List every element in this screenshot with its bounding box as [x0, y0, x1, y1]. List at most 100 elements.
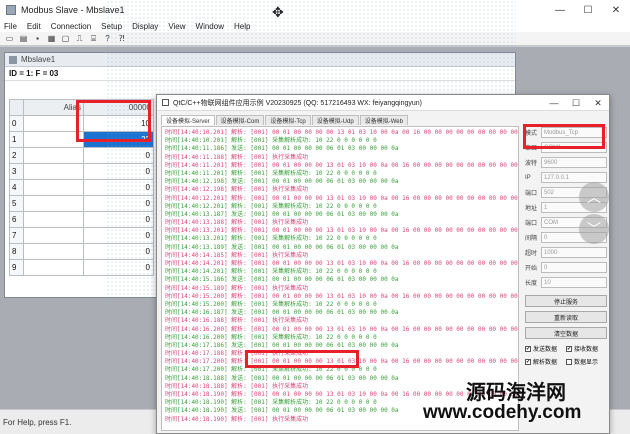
log-line: 时间[14:40:15.189] 解析: [001] 执行采集成功: [165, 284, 309, 292]
menu-display[interactable]: Display: [132, 22, 158, 31]
log-line: 时间[14:40:16.188] 解析: [001] 执行采集成功: [165, 317, 309, 325]
row-index: 0: [9, 115, 24, 132]
value-cell[interactable]: 0: [83, 147, 154, 164]
tab-tcp[interactable]: 设备模拟-Tcp: [265, 115, 311, 125]
checkbox-icon: ✔: [525, 345, 531, 352]
alias-cell[interactable]: [23, 147, 84, 164]
table-row[interactable]: 90: [9, 259, 154, 276]
table-row[interactable]: 30: [9, 163, 154, 180]
menu-connection[interactable]: Connection: [51, 22, 91, 31]
log-line: 时间[14:40:12.201] 解析: [001] 采集解析成功: 10 22…: [165, 202, 377, 210]
form-row: 波特 9600: [525, 156, 607, 169]
value-cell[interactable]: 0: [83, 195, 154, 212]
form-row: 超时 1000: [525, 246, 607, 259]
form-field[interactable]: 0: [541, 262, 607, 273]
scroll-up-icon[interactable]: ︿: [579, 182, 609, 212]
save-icon[interactable]: ▪: [32, 34, 43, 44]
tab-web[interactable]: 设备模拟-Web: [359, 115, 408, 125]
checkbox-icon: [566, 358, 572, 365]
alias-cell[interactable]: [23, 115, 84, 132]
form-field[interactable]: 9600: [541, 157, 607, 168]
open-folder-icon[interactable]: ▤: [18, 34, 29, 44]
value-cell[interactable]: 0: [83, 179, 154, 196]
form-row: 开始 0: [525, 261, 607, 274]
table-row[interactable]: 70: [9, 227, 154, 244]
table-row[interactable]: 40: [9, 179, 154, 196]
tab-udp[interactable]: 设备模拟-Udp: [311, 115, 359, 125]
stop-service-button[interactable]: 停止服务: [525, 295, 607, 307]
alias-header: Alias: [23, 99, 84, 116]
alias-cell[interactable]: [23, 243, 84, 260]
log-line: 时间[14:40:17.186] 发送: [001] 00 01 00 00 0…: [165, 341, 399, 349]
row-index: 6: [9, 211, 24, 228]
qt-window-title: QtC/C++物联网组件应用示例 V20230925 (QQ: 51721649…: [173, 99, 423, 107]
scroll-down-icon[interactable]: ﹀: [579, 214, 609, 244]
value-cell[interactable]: 0: [83, 211, 154, 228]
menu-edit[interactable]: Edit: [27, 22, 41, 31]
tab-server[interactable]: 设备模拟-Server: [161, 115, 215, 125]
value-cell[interactable]: 0: [83, 259, 154, 276]
value-cell[interactable]: 0: [83, 227, 154, 244]
minimize-button[interactable]: —: [546, 0, 574, 20]
alias-cell[interactable]: [23, 227, 84, 244]
window-icon[interactable]: ▢: [60, 34, 71, 44]
alias-cell[interactable]: [23, 259, 84, 276]
table-row[interactable]: 20: [9, 147, 154, 164]
maximize-button[interactable]: ☐: [574, 0, 602, 20]
log-line: 时间[14:40:13.189] 发送: [001] 00 01 00 00 0…: [165, 243, 399, 251]
table-row[interactable]: 80: [9, 243, 154, 260]
new-file-icon[interactable]: ▭: [4, 34, 15, 44]
log-line: 时间[14:40:11.201] 解析: [001] 采集解析成功: 10 22…: [165, 169, 377, 177]
form-label: 开始: [525, 266, 538, 272]
disconnect-icon[interactable]: ⌸: [88, 34, 99, 44]
log-line: 时间[14:40:11.188] 解析: [001] 执行采集成功: [165, 153, 309, 161]
document-icon: [9, 55, 17, 64]
toolbar: ▭ ▤ ▪ ▦ ▢ ⎍ ⌸ ? ⁈: [0, 32, 630, 46]
alias-cell[interactable]: [23, 195, 84, 212]
tab-com[interactable]: 设备模拟-Com: [215, 115, 265, 125]
value-cell[interactable]: 0: [83, 243, 154, 260]
alias-cell[interactable]: [23, 163, 84, 180]
menu-help[interactable]: Help: [234, 22, 250, 31]
form-field[interactable]: 10: [541, 277, 607, 288]
table-row[interactable]: 60: [9, 211, 154, 228]
help-icon[interactable]: ⁈: [116, 34, 127, 44]
alias-cell[interactable]: [23, 211, 84, 228]
move-cursor-icon: ✥: [272, 4, 284, 20]
connect-icon[interactable]: ⎍: [74, 34, 85, 44]
show-data-checkbox[interactable]: 数据显示: [566, 357, 607, 366]
qt-minimize-button[interactable]: —: [543, 95, 565, 111]
close-button[interactable]: ✕: [602, 0, 630, 20]
log-line: 时间[14:40:12.201] 解析: [001] 00 01 00 00 0…: [165, 194, 519, 202]
modbus-slave-titlebar: Modbus Slave - Mbslave1 — ☐ ✕: [0, 0, 630, 20]
clear-data-button[interactable]: 清空数据: [525, 327, 607, 339]
menu-view[interactable]: View: [168, 22, 185, 31]
send-data-checkbox[interactable]: ✔ 发送数据: [525, 344, 566, 353]
reread-button[interactable]: 重新读取: [525, 311, 607, 323]
parse-data-checkbox[interactable]: ✔ 解析数据: [525, 357, 566, 366]
menu-window[interactable]: Window: [196, 22, 224, 31]
qt-app-icon: [162, 99, 169, 106]
info-icon[interactable]: ?: [102, 34, 113, 44]
log-line: 时间[14:40:18.188] 解析: [001] 执行采集成功: [165, 382, 309, 390]
menu-file[interactable]: File: [4, 22, 17, 31]
recv-data-checkbox[interactable]: ✔ 接收数据: [566, 344, 607, 353]
log-line: 时间[14:40:10.201] 解析: [001] 00 01 00 00 0…: [165, 129, 519, 136]
value-cell[interactable]: 0: [83, 163, 154, 180]
row-index: 1: [9, 131, 24, 148]
alias-cell[interactable]: [23, 131, 84, 148]
print-icon[interactable]: ▦: [46, 34, 57, 44]
form-row: 长度 10: [525, 276, 607, 289]
alias-cell[interactable]: [23, 179, 84, 196]
form-label: 超时: [525, 251, 538, 257]
log-line: 时间[14:40:18.188] 发送: [001] 00 01 00 00 0…: [165, 374, 399, 382]
qt-close-button[interactable]: ✕: [587, 95, 609, 111]
slave-info-line: ID = 1: F = 03: [5, 67, 515, 81]
row-index: 2: [9, 147, 24, 164]
table-row[interactable]: 50: [9, 195, 154, 212]
menu-setup[interactable]: Setup: [101, 22, 122, 31]
row-index: 8: [9, 243, 24, 260]
form-field[interactable]: 1000: [541, 247, 607, 258]
log-line: 时间[14:40:11.186] 发送: [001] 00 01 00 00 0…: [165, 145, 399, 153]
qt-maximize-button[interactable]: ☐: [565, 95, 587, 111]
